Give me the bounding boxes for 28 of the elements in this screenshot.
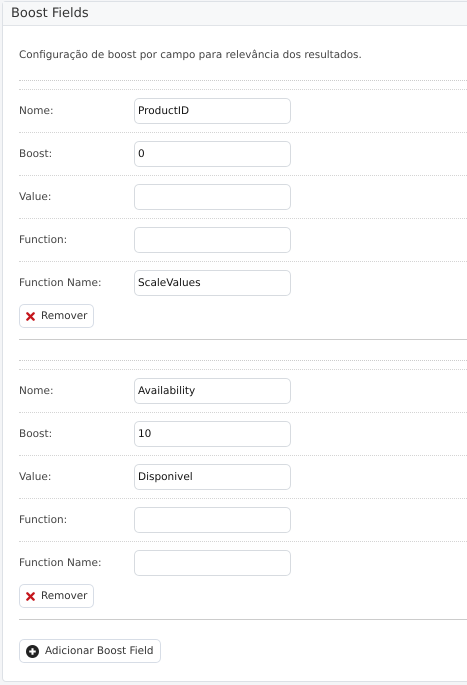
panel-title: Boost Fields <box>11 6 89 21</box>
remove-button[interactable]: Remover <box>19 304 94 328</box>
field-label: Boost: <box>19 428 54 440</box>
field-label: Function: <box>19 234 68 246</box>
add-button[interactable]: Adicionar Boost Field <box>19 639 161 663</box>
input-field[interactable]: 0 <box>134 141 291 167</box>
input-field[interactable] <box>134 184 291 210</box>
remove-button[interactable]: Remover <box>19 584 94 608</box>
field-label: Function: <box>19 514 68 526</box>
description-text: Configuração de boost por campo para relevância dos resultados. <box>19 49 363 62</box>
field-label: Function Name: <box>19 277 103 289</box>
field-label: Nome: <box>19 105 55 117</box>
field-label: Value: <box>19 191 52 203</box>
input-field[interactable] <box>134 227 291 253</box>
field-label: Value: <box>19 471 52 483</box>
field-label: Function Name: <box>19 557 103 569</box>
field-label: Nome: <box>19 385 55 397</box>
close-icon <box>26 592 35 600</box>
input-field[interactable] <box>134 507 291 533</box>
input-field[interactable]: 10 <box>134 421 291 447</box>
input-field[interactable]: Disponivel <box>134 464 291 490</box>
input-field[interactable] <box>134 550 291 576</box>
plus-circle-icon <box>26 644 39 658</box>
close-icon <box>26 312 35 320</box>
field-label: Boost: <box>19 148 54 160</box>
input-field[interactable]: ProductID <box>134 98 291 124</box>
input-field[interactable]: ScaleValues <box>134 270 291 296</box>
input-field[interactable]: Availability <box>134 378 291 404</box>
